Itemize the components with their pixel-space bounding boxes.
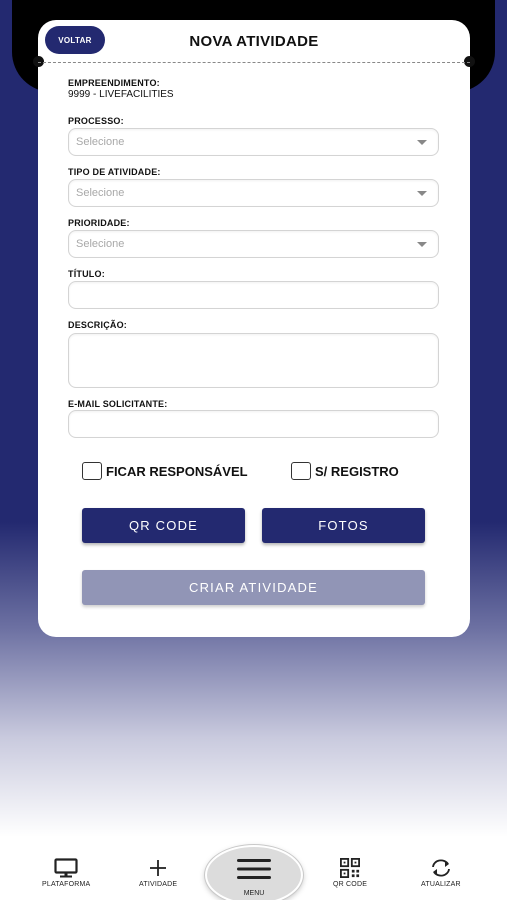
nav-qr-code-label: QR CODE: [333, 881, 368, 888]
chevron-down-icon: [417, 242, 427, 247]
tipo-atividade-select[interactable]: Selecione: [68, 179, 439, 207]
descricao-textarea[interactable]: [68, 333, 439, 388]
processo-label: PROCESSO:: [68, 116, 124, 126]
nav-atualizar[interactable]: ATUALIZAR: [421, 858, 461, 888]
email-solicitante-input[interactable]: [68, 410, 439, 438]
ficar-responsavel-label: FICAR RESPONSÁVEL: [106, 463, 248, 479]
titulo-input[interactable]: [68, 281, 439, 309]
qr-code-icon: [340, 858, 361, 878]
tipo-atividade-placeholder: Selecione: [76, 187, 125, 199]
checkbox-box[interactable]: [82, 462, 102, 480]
nav-atividade[interactable]: ATIVIDADE: [139, 858, 177, 888]
nav-menu-label: MENU: [243, 890, 265, 897]
chevron-down-icon: [417, 191, 427, 196]
chevron-down-icon: [417, 140, 427, 145]
qr-code-button[interactable]: QR CODE: [82, 508, 245, 543]
prioridade-placeholder: Selecione: [76, 238, 125, 250]
prioridade-select[interactable]: Selecione: [68, 230, 439, 258]
empreendimento-value: 9999 - LIVEFACILITIES: [68, 89, 174, 100]
form-card: VOLTAR NOVA ATIVIDADE EMPREENDIMENTO: 99…: [33, 20, 475, 637]
titulo-label: TÍTULO:: [68, 269, 105, 279]
refresh-icon: [431, 859, 450, 877]
nav-qr-code[interactable]: QR CODE: [333, 858, 367, 888]
processo-placeholder: Selecione: [76, 136, 125, 148]
prioridade-label: PRIORIDADE:: [68, 218, 130, 228]
plus-icon: [150, 860, 167, 876]
checkbox-box[interactable]: [291, 462, 311, 480]
criar-atividade-button[interactable]: CRIAR ATIVIDADE: [82, 570, 425, 605]
nav-atualizar-label: ATUALIZAR: [421, 881, 461, 888]
tipo-atividade-label: TIPO DE ATIVIDADE:: [68, 167, 161, 177]
nav-plataforma[interactable]: PLATAFORMA: [42, 858, 90, 888]
fotos-button[interactable]: FOTOS: [262, 508, 425, 543]
descricao-label: DESCRIÇÃO:: [68, 320, 128, 330]
sem-registro-checkbox[interactable]: S/ REGISTRO: [291, 462, 399, 480]
page-title: NOVA ATIVIDADE: [189, 33, 319, 50]
dashed-divider: [38, 62, 470, 63]
processo-select[interactable]: Selecione: [68, 128, 439, 156]
monitor-icon: [54, 858, 78, 878]
sem-registro-label: S/ REGISTRO: [315, 463, 399, 479]
email-solicitante-label: E-MAIL SOLICITANTE:: [68, 399, 168, 409]
empreendimento-label: EMPREENDIMENTO:: [68, 78, 160, 88]
menu-icon[interactable]: [237, 858, 271, 880]
nav-plataforma-label: PLATAFORMA: [42, 881, 91, 888]
ficar-responsavel-checkbox[interactable]: FICAR RESPONSÁVEL: [82, 462, 248, 480]
nav-atividade-label: ATIVIDADE: [139, 881, 178, 888]
